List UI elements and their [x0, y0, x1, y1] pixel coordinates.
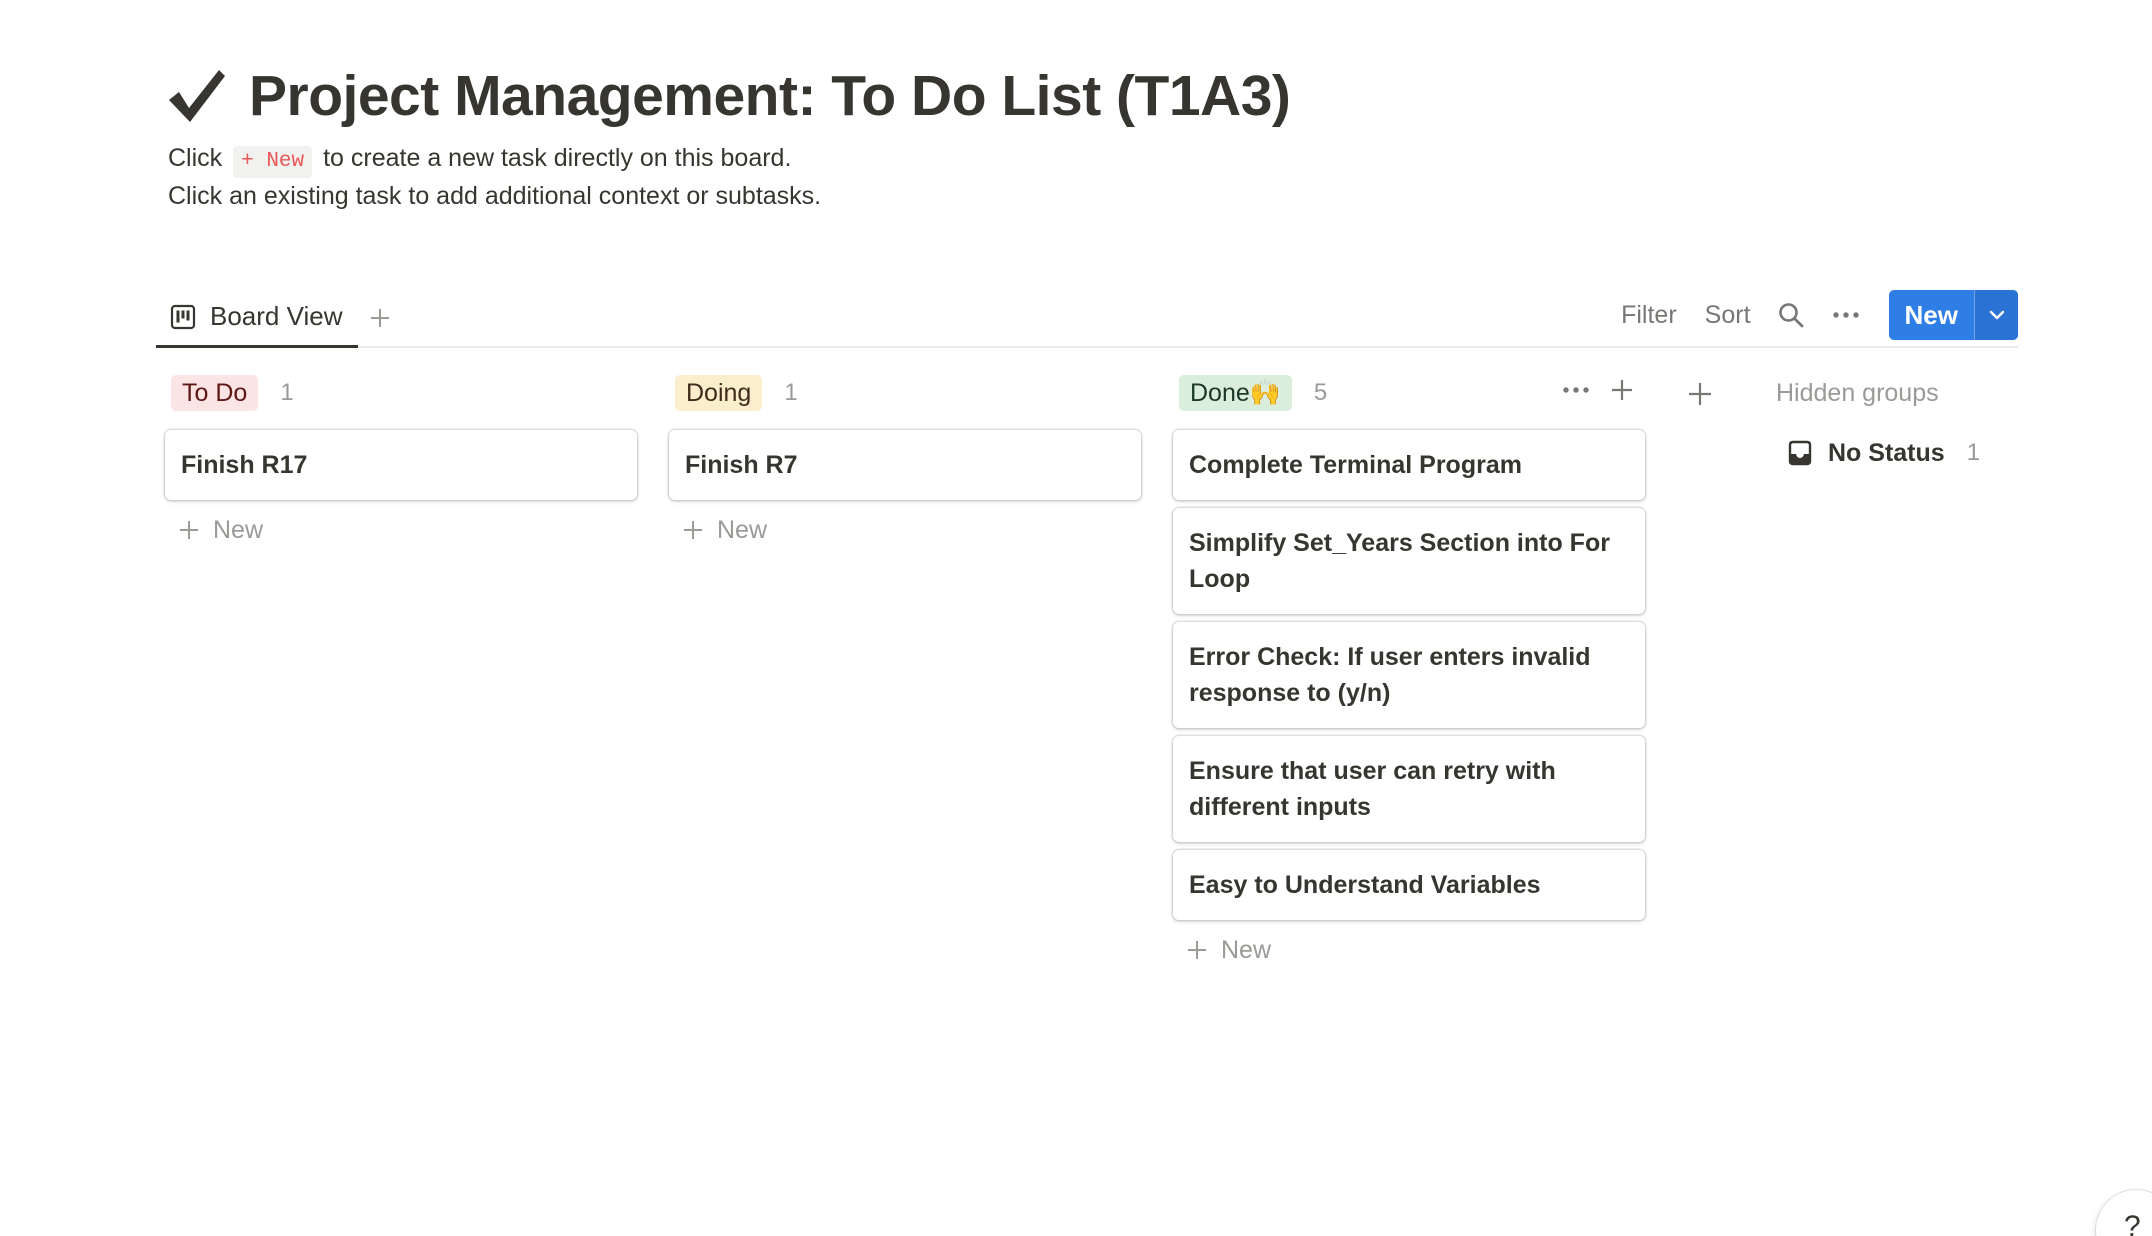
column-add-button[interactable] [1609, 377, 1635, 403]
inbox-icon [1788, 440, 1812, 466]
page-title: Project Management: To Do List (T1A3) [249, 64, 1291, 128]
plus-icon [180, 521, 198, 539]
page-description: Click + New to create a new task directl… [168, 140, 821, 214]
column-header: Doing 1 [669, 370, 1141, 416]
inline-new-chip: + New [233, 146, 313, 178]
status-tag[interactable]: To Do [171, 375, 259, 411]
more-icon [1563, 387, 1589, 393]
add-group-button[interactable] [1682, 376, 1718, 412]
column-count: 1 [784, 379, 798, 406]
status-tag[interactable]: Done🙌 [1179, 375, 1292, 411]
more-options-button[interactable] [1831, 301, 1861, 329]
column-doing: Doing 1 Finish R7 New [669, 370, 1141, 552]
column-more-button[interactable] [1561, 376, 1591, 404]
search-button[interactable] [1777, 301, 1805, 329]
add-view-button[interactable] [364, 302, 396, 334]
board-icon [170, 304, 196, 329]
hidden-groups-panel: Hidden groups No Status 1 [1776, 370, 2016, 476]
status-tag[interactable]: Doing [675, 375, 763, 411]
chevron-down-icon [1989, 310, 2004, 320]
task-card[interactable]: Easy to Understand Variables [1173, 850, 1645, 920]
plus-icon [1188, 941, 1206, 959]
description-line-1: Click + New to create a new task directl… [168, 140, 821, 178]
add-new-card-button[interactable]: New [165, 508, 637, 552]
new-dropdown-button[interactable] [1974, 290, 2018, 340]
checkmark-icon [169, 70, 225, 122]
plus-icon [1689, 383, 1711, 405]
description-line-2: Click an existing task to add additional… [168, 182, 822, 210]
column-done: Done🙌 5 Complete Terminal Program Simpli… [1173, 370, 1645, 972]
plus-icon [684, 521, 702, 539]
help-label: ? [2124, 1210, 2141, 1236]
new-button-group: New [1888, 290, 2018, 340]
column-header: Done🙌 5 [1173, 370, 1645, 416]
column-to-do: To Do 1 Finish R17 New [165, 370, 637, 552]
plus-icon [371, 309, 389, 327]
hidden-groups-title: Hidden groups [1776, 378, 1939, 407]
help-button[interactable]: ? [2096, 1190, 2152, 1236]
sort-button[interactable]: Sort [1705, 301, 1751, 330]
view-tabbar: Board View Filter Sort New [156, 288, 2018, 348]
board-toolbar: Filter Sort New [1593, 288, 2018, 342]
page-header: Project Management: To Do List (T1A3) [163, 60, 1291, 132]
column-actions [1543, 376, 1635, 404]
task-card[interactable]: Ensure that user can retry with differen… [1173, 736, 1645, 842]
add-new-card-button[interactable]: New [669, 508, 1141, 552]
column-count: 1 [280, 379, 294, 406]
plus-icon [1612, 380, 1632, 400]
task-card[interactable]: Finish R17 [165, 430, 637, 500]
task-card[interactable]: Simplify Set_Years Section into For Loop [1173, 508, 1645, 614]
task-card[interactable]: Complete Terminal Program [1173, 430, 1645, 500]
filter-button[interactable]: Filter [1621, 301, 1677, 330]
search-icon [1778, 303, 1803, 328]
task-card[interactable]: Error Check: If user enters invalid resp… [1173, 622, 1645, 728]
add-new-card-button[interactable]: New [1173, 928, 1645, 972]
hidden-group-no-status[interactable]: No Status 1 [1776, 430, 2016, 476]
column-count: 5 [1313, 379, 1328, 406]
new-button[interactable]: New [1889, 290, 1974, 340]
task-card[interactable]: Finish R7 [669, 430, 1141, 500]
tab-board-view[interactable]: Board View [156, 288, 358, 348]
column-header: To Do 1 [165, 370, 637, 416]
more-icon [1832, 312, 1859, 318]
